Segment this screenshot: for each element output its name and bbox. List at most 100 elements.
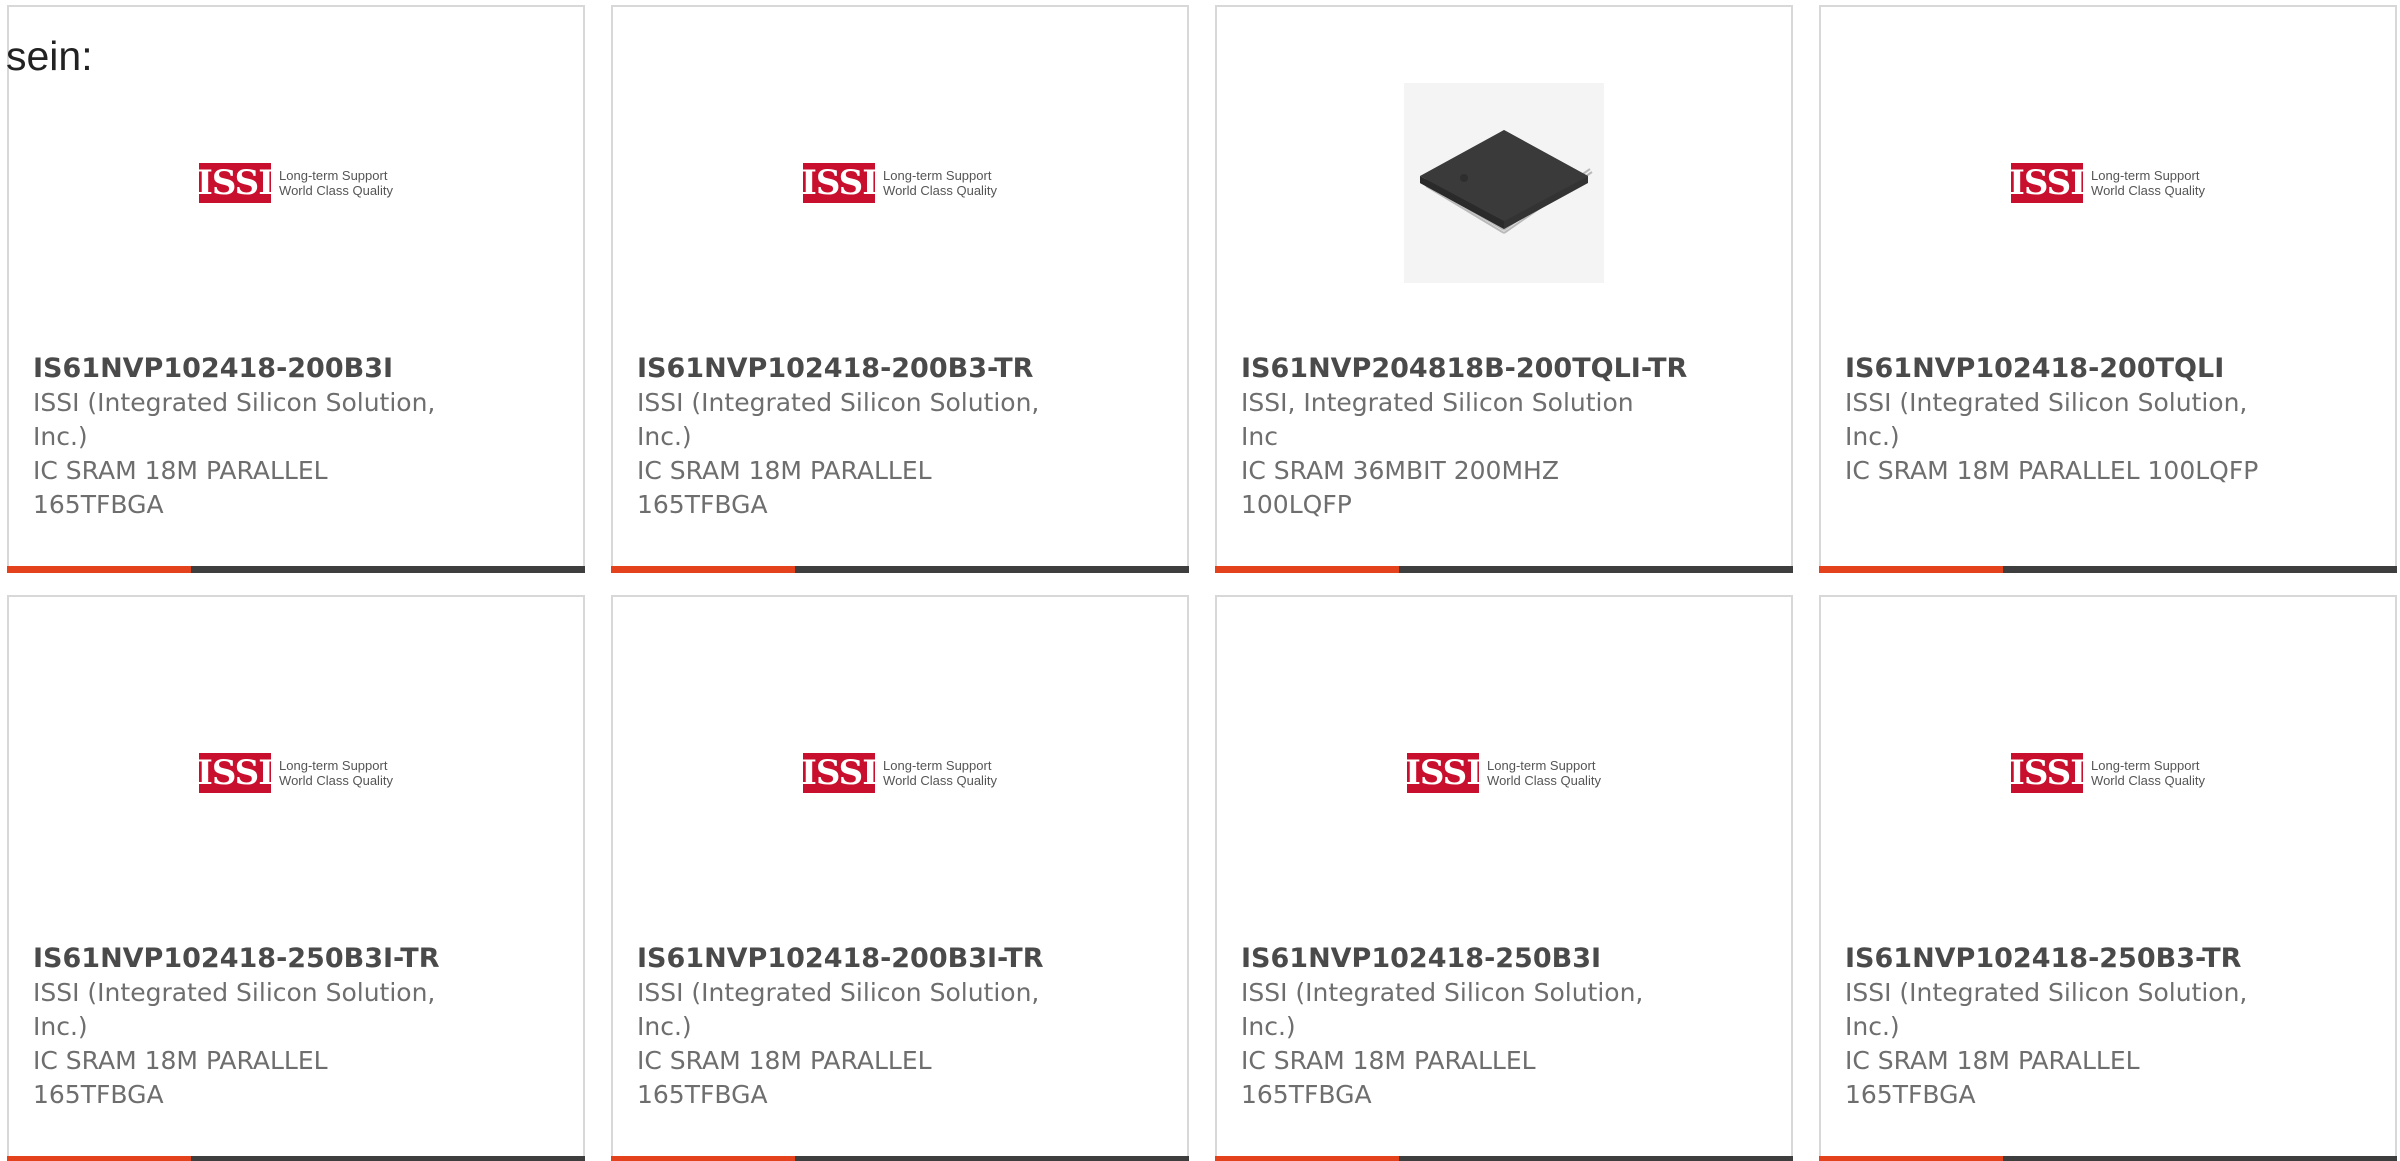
manufacturer-cont: Inc.) bbox=[1845, 422, 1900, 451]
part-number-link[interactable]: IS61NVP204818B-200TQLI-TR bbox=[1241, 352, 1687, 386]
description: IC SRAM 18M PARALLEL bbox=[637, 1046, 932, 1075]
manufacturer: ISSI (Integrated Silicon Solution, bbox=[33, 388, 436, 417]
manufacturer: ISSI (Integrated Silicon Solution, bbox=[1241, 978, 1644, 1007]
issi-logo: ISSI Long-term Support World Class Quali… bbox=[196, 753, 393, 793]
product-meta: IS61NVP102418-250B3I-TR ISSI (Integrated… bbox=[33, 942, 463, 1112]
product-meta: IS61NVP102418-250B3I ISSI (Integrated Si… bbox=[1241, 942, 1671, 1112]
description: IC SRAM 18M PARALLEL bbox=[33, 1046, 328, 1075]
intro-text: sein: bbox=[6, 33, 93, 79]
issi-logo-tagline: Long-term Support World Class Quality bbox=[1487, 758, 1601, 788]
card-bottom-bar bbox=[1819, 566, 2397, 573]
issi-logo: ISSI Long-term Support World Class Quali… bbox=[801, 163, 997, 203]
card-bottom-bar bbox=[7, 566, 585, 573]
product-image[interactable] bbox=[1217, 69, 1791, 297]
issi-logo-tagline: Long-term Support World Class Quality bbox=[279, 758, 393, 788]
issi-logo-mark: ISSI bbox=[800, 753, 878, 793]
manufacturer: ISSI (Integrated Silicon Solution, bbox=[637, 978, 1040, 1007]
issi-logo-mark: ISSI bbox=[1404, 753, 1482, 793]
manufacturer: ISSI (Integrated Silicon Solution, bbox=[1845, 978, 2248, 1007]
description-cont: 165TFBGA bbox=[637, 1080, 768, 1109]
part-number-link[interactable]: IS61NVP102418-250B3I-TR bbox=[33, 942, 463, 976]
product-image[interactable]: ISSI Long-term Support World Class Quali… bbox=[9, 69, 583, 297]
product-meta: IS61NVP102418-200TQLI ISSI (Integrated S… bbox=[1845, 352, 2275, 488]
card-accent-bar bbox=[611, 1156, 795, 1161]
product-card[interactable]: ISSI Long-term Support World Class Quali… bbox=[611, 595, 1189, 1161]
product-card[interactable]: ISSI Long-term Support World Class Quali… bbox=[1819, 595, 2397, 1161]
card-accent-bar bbox=[611, 566, 795, 573]
product-image[interactable]: ISSI Long-term Support World Class Quali… bbox=[613, 69, 1187, 297]
part-number-link[interactable]: IS61NVP102418-200B3-TR bbox=[637, 352, 1067, 386]
manufacturer-cont: Inc.) bbox=[33, 422, 88, 451]
description: IC SRAM 18M PARALLEL bbox=[33, 456, 328, 485]
issi-logo: ISSI Long-term Support World Class Quali… bbox=[196, 163, 393, 203]
issi-logo-tagline: Long-term Support World Class Quality bbox=[279, 168, 393, 198]
description-cont: 165TFBGA bbox=[1241, 1080, 1372, 1109]
issi-logo: ISSI Long-term Support World Class Quali… bbox=[2008, 163, 2205, 203]
issi-logo: ISSI Long-term Support World Class Quali… bbox=[1404, 753, 1601, 793]
issi-logo-mark: ISSI bbox=[196, 753, 274, 793]
part-number-link[interactable]: IS61NVP102418-200B3I-TR bbox=[637, 942, 1067, 976]
product-image[interactable]: ISSI Long-term Support World Class Quali… bbox=[613, 659, 1187, 887]
card-accent-bar bbox=[1819, 566, 2003, 573]
card-bottom-bar bbox=[611, 566, 1189, 573]
product-card[interactable]: ISSI Long-term Support World Class Quali… bbox=[1819, 5, 2397, 573]
description: IC SRAM 36MBIT 200MHZ bbox=[1241, 456, 1559, 485]
manufacturer-cont: Inc.) bbox=[1845, 1012, 1900, 1041]
description: IC SRAM 18M PARALLEL 100LQFP bbox=[1845, 456, 2259, 485]
manufacturer-cont: Inc bbox=[1241, 422, 1278, 451]
product-image[interactable]: ISSI Long-term Support World Class Quali… bbox=[1821, 69, 2395, 297]
card-bottom-bar bbox=[1215, 566, 1793, 573]
product-meta: IS61NVP102418-250B3-TR ISSI (Integrated … bbox=[1845, 942, 2275, 1112]
issi-logo-tagline: Long-term Support World Class Quality bbox=[2091, 758, 2205, 788]
product-meta: IS61NVP204818B-200TQLI-TR ISSI, Integrat… bbox=[1241, 352, 1687, 522]
issi-logo: ISSI Long-term Support World Class Quali… bbox=[2008, 753, 2205, 793]
issi-logo: ISSI Long-term Support World Class Quali… bbox=[800, 753, 997, 793]
card-bottom-bar bbox=[7, 1156, 585, 1161]
manufacturer-cont: Inc.) bbox=[33, 1012, 88, 1041]
description-cont: 100LQFP bbox=[1241, 490, 1352, 519]
manufacturer-cont: Inc.) bbox=[637, 1012, 692, 1041]
issi-logo-mark: ISSI bbox=[2008, 163, 2086, 203]
description-cont: 165TFBGA bbox=[1845, 1080, 1976, 1109]
product-card[interactable]: ISSI Long-term Support World Class Quali… bbox=[611, 5, 1189, 573]
description: IC SRAM 18M PARALLEL bbox=[1845, 1046, 2140, 1075]
card-accent-bar bbox=[1215, 566, 1399, 573]
description-cont: 165TFBGA bbox=[33, 1080, 164, 1109]
manufacturer-cont: Inc.) bbox=[637, 422, 692, 451]
card-accent-bar bbox=[7, 1156, 191, 1161]
product-meta: IS61NVP102418-200B3I ISSI (Integrated Si… bbox=[33, 352, 463, 522]
lqfp-chip-icon bbox=[1404, 83, 1604, 283]
product-card[interactable]: IS61NVP204818B-200TQLI-TR ISSI, Integrat… bbox=[1215, 5, 1793, 573]
product-meta: IS61NVP102418-200B3-TR ISSI (Integrated … bbox=[637, 352, 1067, 522]
issi-logo-tagline: Long-term Support World Class Quality bbox=[883, 168, 997, 198]
part-number-link[interactable]: IS61NVP102418-250B3I bbox=[1241, 942, 1671, 976]
manufacturer: ISSI (Integrated Silicon Solution, bbox=[637, 388, 1040, 417]
issi-logo-mark: ISSI bbox=[196, 163, 274, 203]
card-accent-bar bbox=[1215, 1156, 1399, 1161]
description: IC SRAM 18M PARALLEL bbox=[1241, 1046, 1536, 1075]
product-image[interactable]: ISSI Long-term Support World Class Quali… bbox=[1217, 659, 1791, 887]
manufacturer: ISSI (Integrated Silicon Solution, bbox=[33, 978, 436, 1007]
card-bottom-bar bbox=[611, 1156, 1189, 1161]
part-number-link[interactable]: IS61NVP102418-250B3-TR bbox=[1845, 942, 2275, 976]
card-accent-bar bbox=[1819, 1156, 2003, 1161]
product-image[interactable]: ISSI Long-term Support World Class Quali… bbox=[1821, 659, 2395, 887]
issi-logo-mark: ISSI bbox=[2008, 753, 2086, 793]
product-card[interactable]: ISSI Long-term Support World Class Quali… bbox=[7, 5, 585, 573]
part-number-link[interactable]: IS61NVP102418-200TQLI bbox=[1845, 352, 2275, 386]
card-accent-bar bbox=[7, 566, 191, 573]
manufacturer: ISSI (Integrated Silicon Solution, bbox=[1845, 388, 2248, 417]
manufacturer-cont: Inc.) bbox=[1241, 1012, 1296, 1041]
issi-logo-tagline: Long-term Support World Class Quality bbox=[2091, 168, 2205, 198]
card-bottom-bar bbox=[1819, 1156, 2397, 1161]
description-cont: 165TFBGA bbox=[637, 490, 768, 519]
part-number-link[interactable]: IS61NVP102418-200B3I bbox=[33, 352, 463, 386]
description: IC SRAM 18M PARALLEL bbox=[637, 456, 932, 485]
issi-logo-tagline: Long-term Support World Class Quality bbox=[883, 758, 997, 788]
manufacturer: ISSI, Integrated Silicon Solution bbox=[1241, 388, 1634, 417]
product-card[interactable]: ISSI Long-term Support World Class Quali… bbox=[7, 595, 585, 1161]
card-bottom-bar bbox=[1215, 1156, 1793, 1161]
product-card[interactable]: ISSI Long-term Support World Class Quali… bbox=[1215, 595, 1793, 1161]
product-image[interactable]: ISSI Long-term Support World Class Quali… bbox=[9, 659, 583, 887]
product-meta: IS61NVP102418-200B3I-TR ISSI (Integrated… bbox=[637, 942, 1067, 1112]
